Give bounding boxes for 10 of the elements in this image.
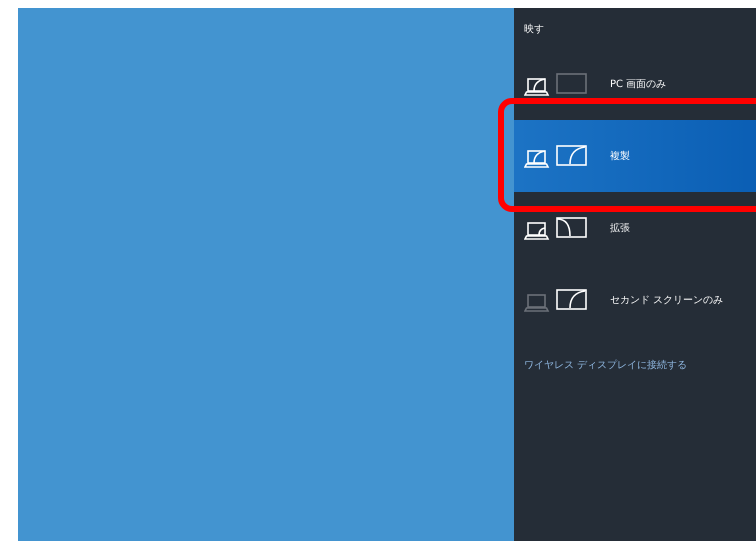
laptop-monitor-icon <box>524 143 588 169</box>
laptop-monitor-icon <box>524 71 588 97</box>
projection-option[interactable]: セカンド スクリーンのみ <box>514 264 756 336</box>
panel-title: 映す <box>523 22 545 37</box>
projection-option[interactable]: 複製 <box>514 120 756 192</box>
laptop-monitor-icon <box>524 287 588 313</box>
projection-option[interactable]: PC 画面のみ <box>514 48 756 120</box>
laptop-monitor-icon <box>524 215 588 241</box>
projection-option[interactable]: 拡張 <box>514 192 756 264</box>
wireless-display-link[interactable]: ワイヤレス ディスプレイに接続する <box>514 358 756 372</box>
